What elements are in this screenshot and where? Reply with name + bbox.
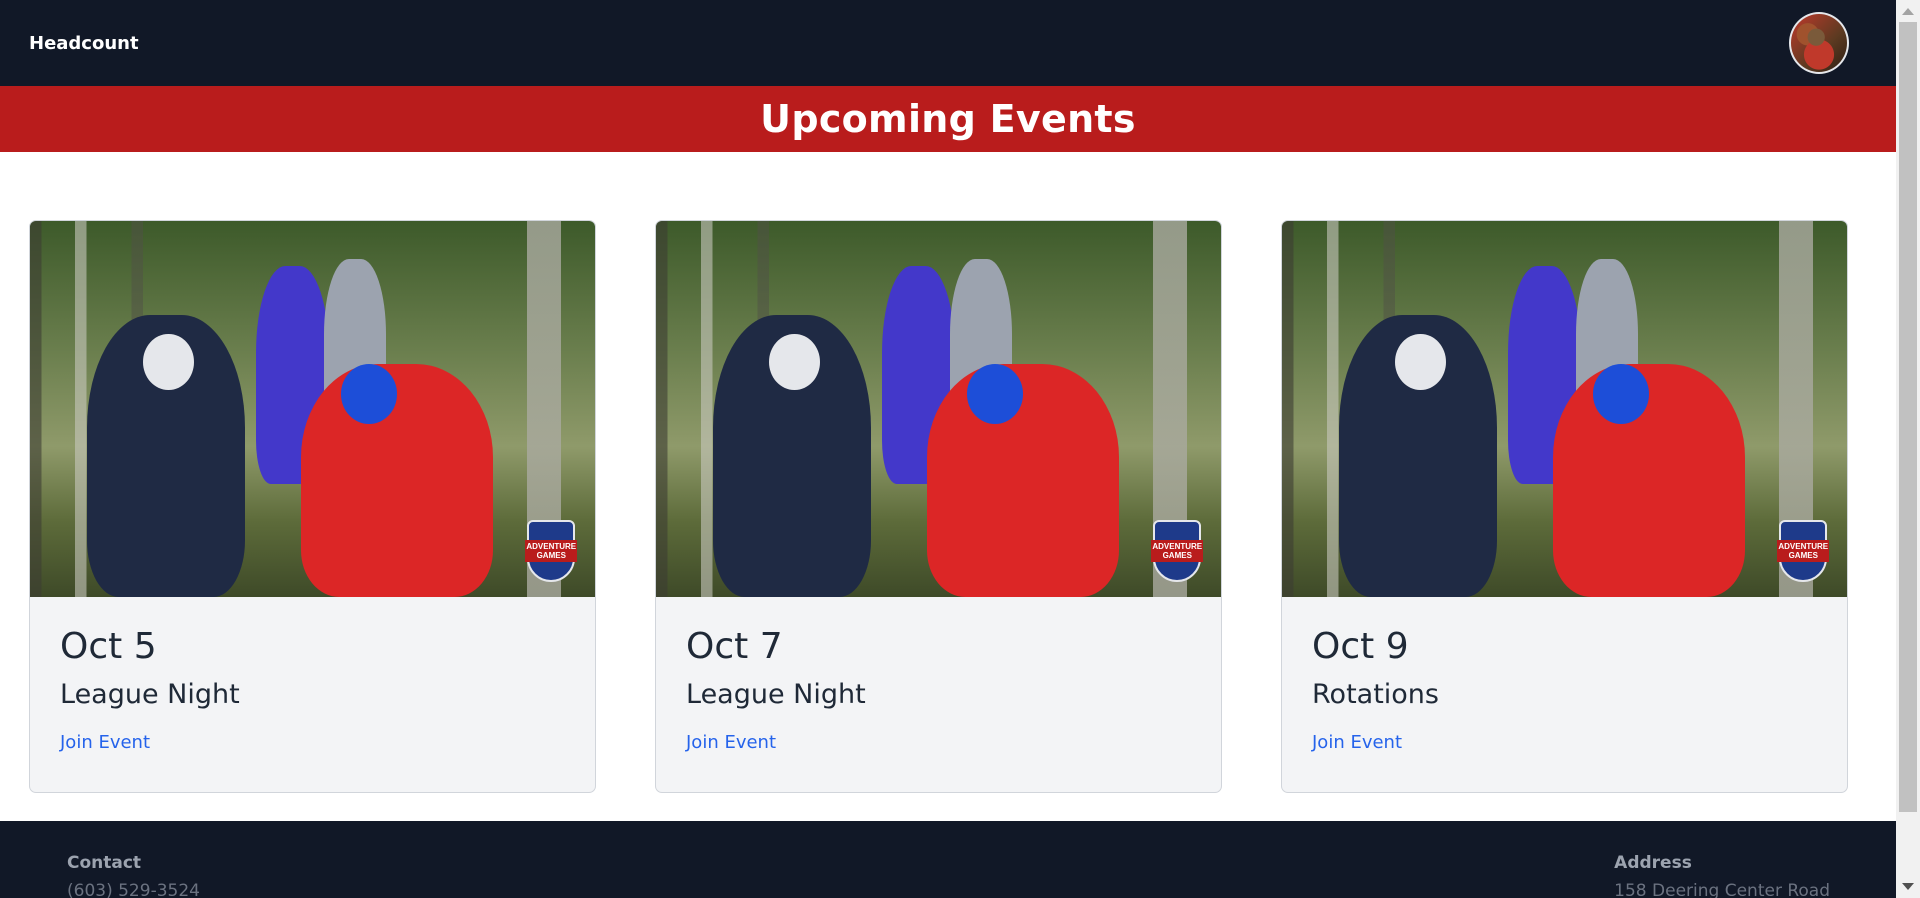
event-cards: ADVENTURE GAMES Oct 5 League Night Join … bbox=[29, 220, 1848, 793]
user-avatar-icon[interactable] bbox=[1789, 12, 1849, 74]
event-name: Rotations bbox=[1312, 678, 1439, 710]
event-name: League Night bbox=[60, 678, 240, 710]
address-heading: Address bbox=[1614, 853, 1692, 873]
page: Headcount Upcoming Events ADVENTURE GAME… bbox=[0, 0, 1896, 898]
adventure-games-logo-icon: ADVENTURE GAMES bbox=[1151, 519, 1204, 582]
event-card-body: Oct 7 League Night Join Event bbox=[656, 597, 1221, 783]
brand-link[interactable]: Headcount bbox=[29, 33, 139, 54]
scroll-thumb[interactable] bbox=[1899, 22, 1917, 812]
join-event-link[interactable]: Join Event bbox=[60, 732, 150, 753]
adventure-games-logo-icon: ADVENTURE GAMES bbox=[525, 519, 578, 582]
scroll-up-icon[interactable] bbox=[1902, 8, 1914, 15]
footer: Contact (603) 529-3524 Address 158 Deeri… bbox=[0, 821, 1896, 898]
contact-heading: Contact bbox=[67, 853, 142, 873]
event-image: ADVENTURE GAMES bbox=[656, 221, 1221, 597]
navbar: Headcount bbox=[0, 0, 1896, 86]
footer-contact: Contact (603) 529-3524 bbox=[67, 853, 200, 898]
event-card: ADVENTURE GAMES Oct 7 League Night Join … bbox=[655, 220, 1222, 793]
event-card: ADVENTURE GAMES Oct 5 League Night Join … bbox=[29, 220, 596, 793]
page-banner: Upcoming Events bbox=[0, 86, 1896, 152]
event-image: ADVENTURE GAMES bbox=[1282, 221, 1847, 597]
event-name: League Night bbox=[686, 678, 866, 710]
event-date: Oct 5 bbox=[60, 626, 157, 667]
address-line: 158 Deering Center Road bbox=[1614, 881, 1830, 898]
adventure-games-logo-icon: ADVENTURE GAMES bbox=[1777, 519, 1830, 582]
contact-phone: (603) 529-3524 bbox=[67, 881, 200, 898]
event-card-body: Oct 9 Rotations Join Event bbox=[1282, 597, 1847, 783]
footer-address: Address 158 Deering Center Road bbox=[1614, 853, 1830, 898]
event-image: ADVENTURE GAMES bbox=[30, 221, 595, 597]
event-card-body: Oct 5 League Night Join Event bbox=[30, 597, 595, 783]
scroll-down-icon[interactable] bbox=[1902, 883, 1914, 890]
event-date: Oct 7 bbox=[686, 626, 783, 667]
event-date: Oct 9 bbox=[1312, 626, 1409, 667]
join-event-link[interactable]: Join Event bbox=[686, 732, 776, 753]
join-event-link[interactable]: Join Event bbox=[1312, 732, 1402, 753]
vertical-scrollbar[interactable] bbox=[1896, 0, 1920, 898]
page-title: Upcoming Events bbox=[760, 97, 1136, 141]
event-card: ADVENTURE GAMES Oct 9 Rotations Join Eve… bbox=[1281, 220, 1848, 793]
